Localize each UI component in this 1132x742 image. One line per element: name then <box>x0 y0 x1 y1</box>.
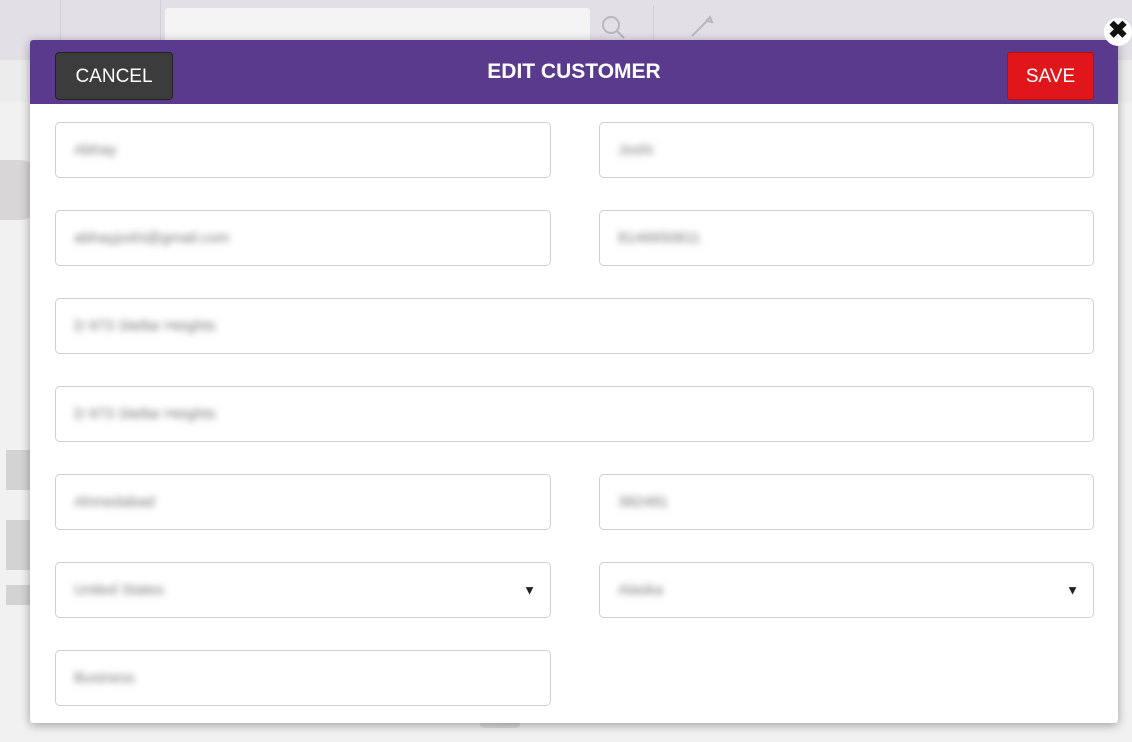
modal-header: CANCEL EDIT CUSTOMER SAVE <box>30 40 1118 104</box>
close-icon[interactable]: ✖ <box>1104 18 1132 46</box>
phone-field[interactable]: 8146650811 <box>599 210 1094 266</box>
zip-field[interactable]: 382481 <box>599 474 1094 530</box>
company-value: Business <box>74 669 135 687</box>
country-value: United States <box>74 581 165 599</box>
zip-value: 382481 <box>618 493 669 511</box>
background-block <box>6 520 32 570</box>
cancel-button[interactable]: CANCEL <box>55 52 173 100</box>
background-block <box>6 450 32 490</box>
phone-value: 8146650811 <box>618 229 701 247</box>
email-value: abhayjoshi@gmail.com <box>74 229 230 247</box>
background-search-input <box>165 8 590 42</box>
city-value: Ahmedabad <box>74 493 155 511</box>
address-line-1-value: D 973 Stellar Heights <box>74 317 216 335</box>
last-name-field[interactable]: Joshi <box>599 122 1094 178</box>
address-line-2-field[interactable]: D 973 Stellar Heights <box>55 386 1094 442</box>
company-field[interactable]: Business <box>55 650 551 706</box>
edit-customer-modal: CANCEL EDIT CUSTOMER SAVE Abhay Joshi ab… <box>30 40 1118 723</box>
dropdown-arrow-icon: ▼ <box>1066 582 1079 598</box>
dropdown-arrow-icon: ▼ <box>523 582 536 598</box>
address-line-2-value: D 973 Stellar Heights <box>74 405 216 423</box>
first-name-value: Abhay <box>74 141 117 159</box>
wrench-icon <box>691 15 714 37</box>
state-select[interactable]: Alaska ▼ <box>599 562 1094 618</box>
search-icon <box>602 16 625 39</box>
modal-title: EDIT CUSTOMER <box>487 60 661 83</box>
address-line-1-field[interactable]: D 973 Stellar Heights <box>55 298 1094 354</box>
save-button[interactable]: SAVE <box>1007 52 1094 100</box>
first-name-field[interactable]: Abhay <box>55 122 551 178</box>
state-value: Alaska <box>618 581 664 599</box>
background-block <box>6 585 32 605</box>
last-name-value: Joshi <box>618 141 654 159</box>
country-select[interactable]: United States ▼ <box>55 562 551 618</box>
email-field[interactable]: abhayjoshi@gmail.com <box>55 210 551 266</box>
city-field[interactable]: Ahmedabad <box>55 474 551 530</box>
